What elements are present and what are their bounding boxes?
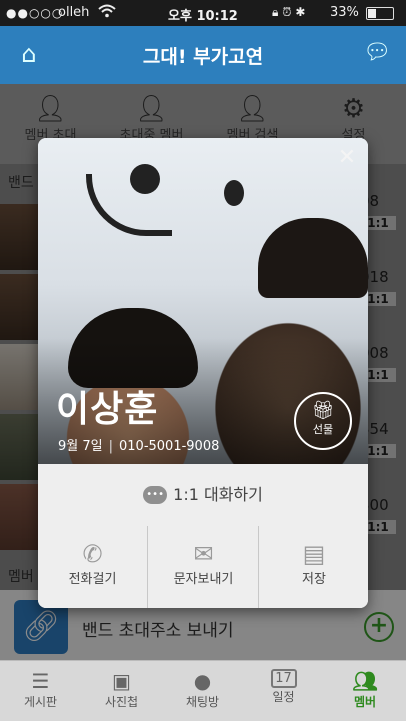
birthday: 9월 7일: [58, 439, 103, 454]
tab-board[interactable]: ☰ 게시판: [0, 661, 81, 721]
chat-bubble-icon[interactable]: 💬︎: [362, 40, 392, 70]
profile-name: 이상훈: [56, 389, 159, 430]
battery-percent: 33%: [330, 5, 359, 20]
signal-strength: ●●○○○: [6, 6, 64, 20]
save-contact-button[interactable]: ▤ 저장: [258, 526, 368, 608]
tab-photo-album[interactable]: ▣ 사진첩: [81, 661, 162, 721]
close-icon[interactable]: ✕: [335, 146, 359, 170]
call-label: 전화걸기: [68, 572, 117, 587]
bluetooth-icon: ✱: [295, 5, 306, 19]
phone-icon: ✆: [82, 540, 103, 568]
board-icon: ☰: [31, 669, 50, 693]
status-bar: ●●○○○ olleh 오후 10:12 🔒︎ ⏰︎ ✱ 33%: [0, 0, 406, 26]
contact-card-icon: ▤: [302, 540, 326, 568]
divider: |: [108, 439, 113, 454]
chat-bubble-icon: •••: [143, 486, 168, 504]
clock: 오후 10:12: [168, 9, 238, 24]
gift-icon: 🎁︎: [311, 400, 335, 421]
status-icons: 🔒︎ ⏰︎ ✱: [272, 5, 305, 20]
one-on-one-chat-button[interactable]: ••• 1:1 대화하기: [38, 464, 368, 527]
message-label: 문자보내기: [173, 572, 234, 587]
chat-room-icon: ●: [193, 669, 212, 693]
phone-number: 010-5001-9008: [119, 439, 220, 454]
carrier-name: olleh: [58, 5, 90, 20]
tab-bar: ☰ 게시판 ▣ 사진첩 ● 채팅방 17 일정 👥︎ 멤버: [0, 660, 406, 721]
tab-chat-room[interactable]: ● 채팅방: [162, 661, 243, 721]
rotation-lock-icon: 🔒︎: [272, 5, 279, 19]
photo-album-icon: ▣: [112, 669, 131, 693]
band-title: 그대! 부가고연: [142, 46, 264, 68]
gift-button[interactable]: 🎁︎ 선물: [294, 392, 352, 450]
profile-popup: ✕ 이상훈 9월 7일 | 010-5001-9008 🎁︎ 선물 ••• 1:1 대…: [38, 138, 368, 608]
alarm-icon: ⏰︎: [282, 5, 292, 19]
calendar-icon: 17: [270, 669, 297, 688]
message-button[interactable]: ✉ 문자보내기: [147, 526, 259, 608]
wifi-icon: [98, 4, 116, 22]
tab-members[interactable]: 👥︎ 멤버: [324, 661, 406, 721]
gift-label: 선물: [312, 423, 334, 436]
envelope-icon: ✉: [193, 540, 214, 568]
call-button[interactable]: ✆ 전화걸기: [38, 526, 147, 608]
app-header: ⌂ 그대! 부가고연 💬︎: [0, 26, 406, 84]
profile-info: 9월 7일 | 010-5001-9008: [58, 435, 219, 454]
battery-icon: [366, 7, 394, 20]
chat-label: 1:1 대화하기: [173, 485, 263, 504]
members-icon: 👥︎: [352, 669, 378, 693]
tab-schedule[interactable]: 17 일정: [243, 661, 324, 721]
save-label: 저장: [302, 572, 326, 587]
